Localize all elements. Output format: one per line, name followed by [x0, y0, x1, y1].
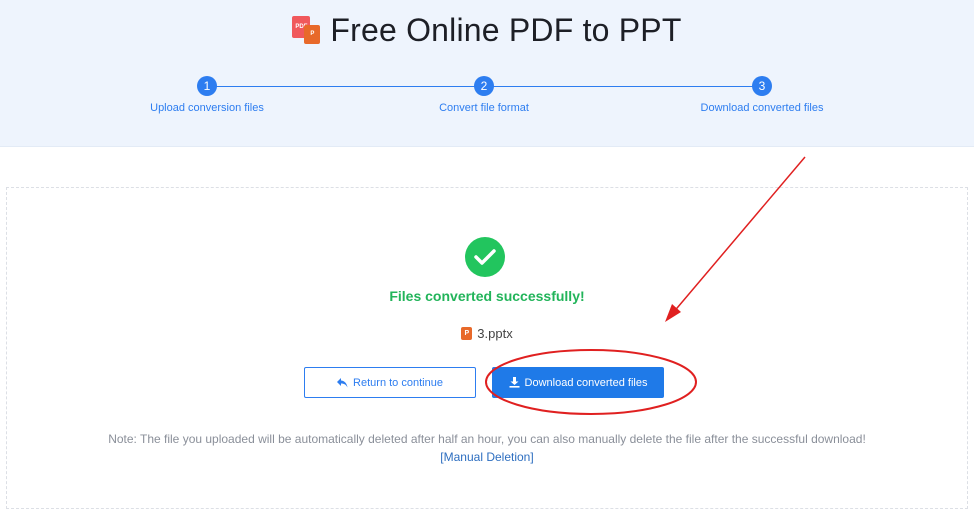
- logo-ppt-doc: P: [304, 25, 321, 44]
- check-circle-icon: [465, 237, 505, 277]
- step-number: 2: [474, 76, 494, 96]
- download-button-label: Download converted files: [524, 376, 648, 389]
- title-row: PDF P Free Online PDF to PPT: [0, 10, 974, 50]
- step-label: Download converted files: [700, 102, 824, 114]
- step-convert: 2 Convert file format: [384, 76, 584, 114]
- progress-steps: 1 Upload conversion files 2 Convert file…: [0, 76, 974, 126]
- step-label: Convert file format: [439, 102, 529, 114]
- download-converted-files-button[interactable]: Download converted files: [492, 367, 664, 398]
- file-name: 3.pptx: [477, 326, 513, 341]
- return-button-label: Return to continue: [353, 376, 443, 389]
- manual-deletion-link[interactable]: [Manual Deletion]: [440, 450, 533, 464]
- page-title: Free Online PDF to PPT: [330, 11, 682, 48]
- success-message: Files converted successfully!: [389, 288, 585, 304]
- download-icon: [509, 377, 520, 388]
- pptx-file-icon: P: [461, 327, 473, 340]
- step-upload: 1 Upload conversion files: [107, 76, 307, 114]
- header: PDF P Free Online PDF to PPT 1 Upload co…: [0, 0, 974, 147]
- converted-file: P 3.pptx: [0, 326, 974, 341]
- step-number: 1: [197, 76, 217, 96]
- return-to-continue-button[interactable]: Return to continue: [304, 367, 476, 398]
- return-arrow-icon: [337, 377, 348, 387]
- auto-delete-note: Note: The file you uploaded will be auto…: [108, 432, 866, 446]
- step-label: Upload conversion files: [150, 102, 264, 114]
- step-download: 3 Download converted files: [662, 76, 862, 114]
- step-number: 3: [752, 76, 772, 96]
- page: PDF P Free Online PDF to PPT 1 Upload co…: [0, 0, 974, 518]
- pdf-to-ppt-logo-icon: PDF P: [292, 15, 322, 45]
- manual-deletion-row: [Manual Deletion]: [0, 450, 974, 464]
